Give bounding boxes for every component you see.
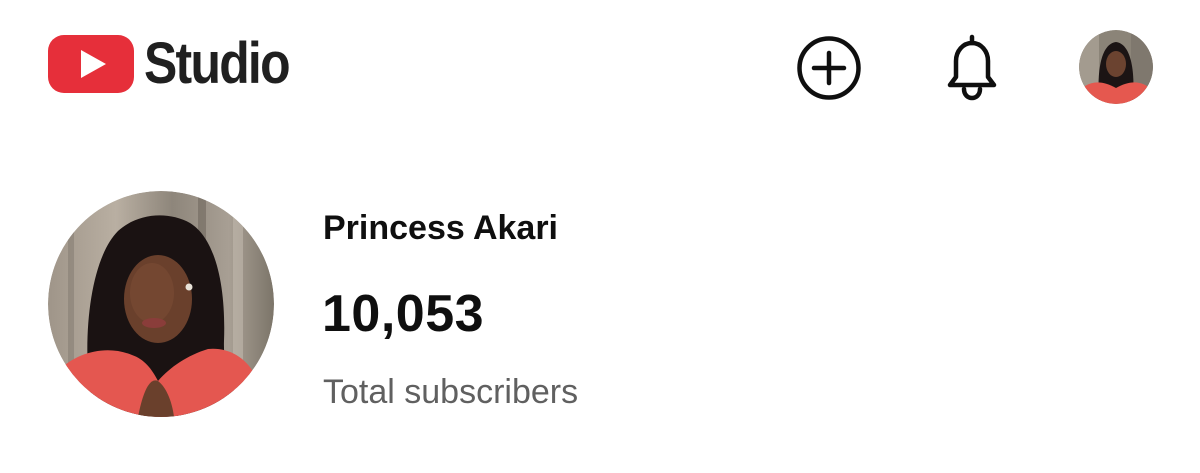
notifications-button[interactable] — [937, 33, 1007, 103]
subscriber-count: 10,053 — [322, 285, 485, 343]
avatar — [48, 191, 274, 417]
avatar — [1079, 30, 1153, 104]
bell-icon — [947, 34, 997, 101]
channel-summary: Princess Akari 10,053 Total subscribers — [0, 135, 1200, 473]
plus-circle-icon — [797, 36, 861, 100]
channel-avatar[interactable] — [48, 191, 274, 417]
studio-app: Studio Princess Akari 10,053 Total subsc… — [0, 0, 1200, 473]
account-avatar[interactable] — [1079, 30, 1153, 104]
subscriber-label: Total subscribers — [323, 373, 579, 411]
create-button[interactable] — [794, 33, 864, 103]
channel-name: Princess Akari — [323, 209, 558, 247]
header-actions — [0, 30, 1200, 104]
top-bar: Studio — [0, 0, 1200, 135]
